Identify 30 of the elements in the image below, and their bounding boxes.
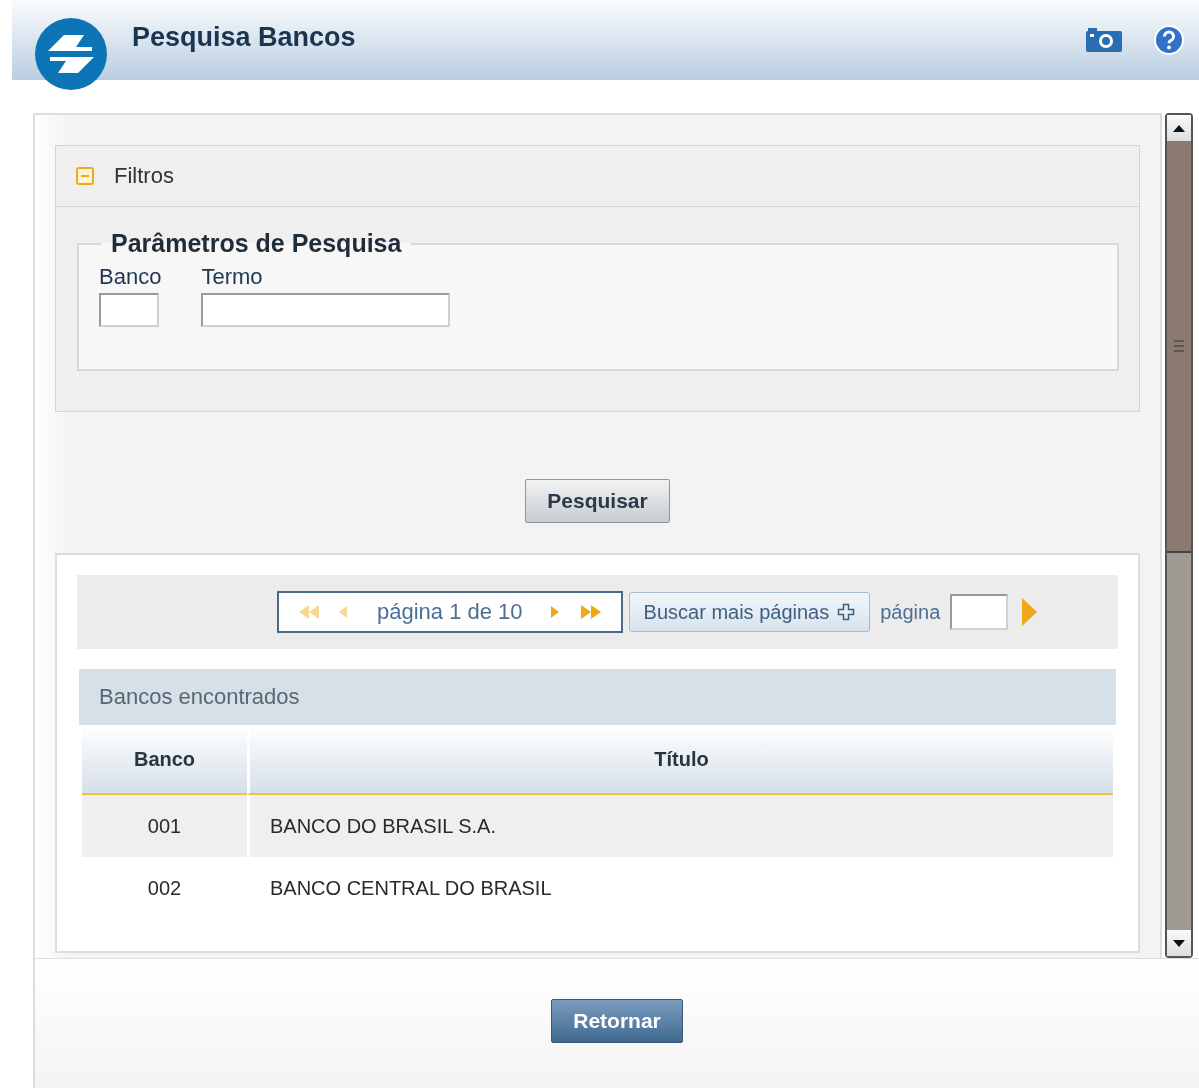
logo-icon — [34, 17, 108, 91]
fieldset-legend: Parâmetros de Pesquisa — [101, 229, 412, 258]
help-icon[interactable] — [1153, 24, 1185, 56]
table-cell: BANCO DO BRASIL S.A. — [247, 795, 1113, 857]
camera-icon[interactable] — [1085, 27, 1123, 53]
search-button[interactable]: Pesquisar — [525, 479, 670, 523]
table-cell: 001 — [82, 795, 247, 857]
input-field[interactable] — [99, 293, 159, 327]
plus-icon — [837, 603, 856, 621]
go-arrow-icon[interactable] — [1020, 597, 1039, 627]
table-cell-text: 002 — [146, 875, 183, 901]
input-field[interactable] — [201, 293, 451, 327]
page-label: página — [880, 600, 941, 624]
last-page-icon[interactable] — [578, 603, 603, 621]
field-label: Banco — [99, 264, 162, 290]
scroll-grip-icon[interactable] — [1174, 340, 1184, 352]
filters-title: Filtros — [114, 163, 174, 189]
field-label: Termo — [201, 264, 264, 290]
page-title: Pesquisa Bancos — [132, 21, 357, 53]
filters-header[interactable]: Filtros — [56, 146, 1139, 207]
results-title: Bancos encontrados — [79, 669, 1116, 725]
scroll-up-icon[interactable] — [1172, 123, 1186, 133]
scrollbar[interactable] — [1165, 113, 1193, 958]
return-button[interactable]: Retornar — [551, 999, 683, 1043]
scroll-down-icon[interactable] — [1172, 938, 1186, 948]
table-cell: BANCO CENTRAL DO BRASIL — [247, 857, 1113, 919]
page-info: página 1 de 10 — [376, 599, 524, 625]
collapse-icon[interactable] — [76, 167, 94, 185]
page-number-field[interactable] — [950, 594, 1009, 630]
load-more-pages-button[interactable]: Buscar mais páginas — [628, 592, 871, 632]
